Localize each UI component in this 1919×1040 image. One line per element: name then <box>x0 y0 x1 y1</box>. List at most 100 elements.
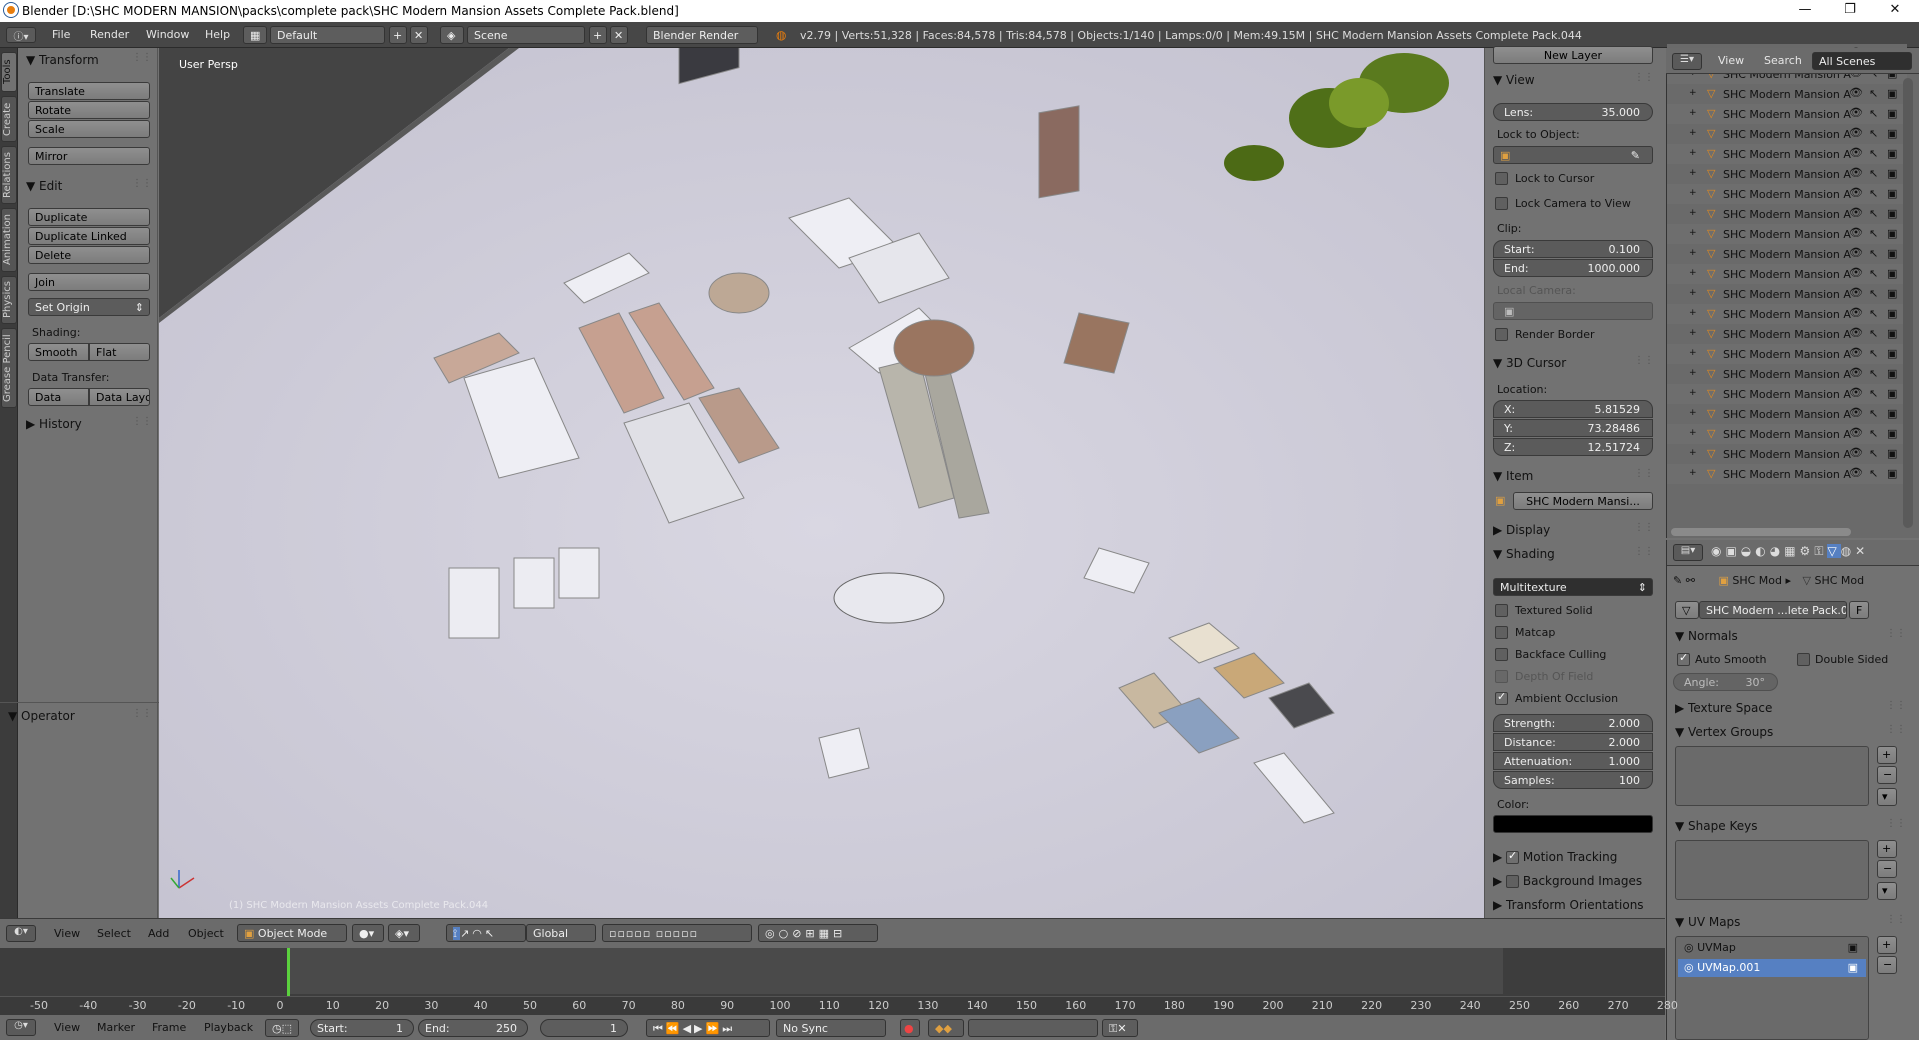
mesh-datablock-field[interactable]: SHC Modern ...lete Pack.044 <box>1699 601 1847 619</box>
expand-icon[interactable]: + <box>1689 88 1697 98</box>
preview-range-toggle[interactable]: ◷⬚ <box>265 1019 299 1037</box>
selectability-icon[interactable]: ↖ <box>1869 387 1878 400</box>
remove-scene-button[interactable]: ✕ <box>610 26 628 44</box>
layer-buttons[interactable]: ▫▫▫▫▫ ▫▫▫▫▫ <box>602 924 752 942</box>
render-icon[interactable]: ▣ <box>1887 147 1897 160</box>
orientation-dropdown[interactable]: Global <box>526 924 596 942</box>
panel-vertex-groups-header[interactable]: ▼ Vertex Groups ⋮⋮ <box>1667 722 1912 742</box>
selectability-icon[interactable]: ↖ <box>1869 187 1878 200</box>
selectability-icon[interactable]: ↖ <box>1869 467 1878 480</box>
translate-button[interactable]: Translate <box>28 82 150 100</box>
expand-icon[interactable]: + <box>1689 348 1697 358</box>
duplicate-button[interactable]: Duplicate <box>28 208 150 226</box>
selectability-icon[interactable]: ↖ <box>1869 167 1878 180</box>
3d-viewport[interactable]: User Persp (1) SHC Modern Mansion Assets… <box>159 48 1484 918</box>
menu-help[interactable]: Help <box>205 28 230 41</box>
visibility-icon[interactable]: 👁 <box>1849 446 1863 459</box>
data-transfer-button[interactable]: Data <box>28 388 89 406</box>
menu-add[interactable]: Add <box>148 927 169 940</box>
outliner-row[interactable]: + ▽ SHC Modern Mansion A👁 ↖ ▣ <box>1667 384 1907 404</box>
editor-type-icon[interactable]: ⓘ▾ <box>6 27 36 43</box>
visibility-icon[interactable]: 👁 <box>1849 186 1863 199</box>
expand-icon[interactable]: + <box>1689 448 1697 458</box>
panel-uv-maps-header[interactable]: ▼ UV Maps ⋮⋮ <box>1667 912 1912 932</box>
render-icon[interactable]: ▣ <box>1887 207 1897 220</box>
clip-end-field[interactable]: End: 1000.000 <box>1493 259 1653 277</box>
visibility-icon[interactable]: 👁 <box>1849 226 1863 239</box>
insert-keyframe-buttons[interactable]: ⚿✕ <box>1102 1019 1138 1037</box>
record-button[interactable]: ● <box>900 1019 920 1037</box>
timeline-menu-playback[interactable]: Playback <box>204 1021 253 1034</box>
menu-file[interactable]: File <box>52 28 70 41</box>
visibility-icon[interactable]: 👁 <box>1849 386 1863 399</box>
ao-distance-field[interactable]: Distance: 2.000 <box>1493 733 1653 751</box>
timeline-menu-view[interactable]: View <box>54 1021 80 1034</box>
visibility-icon[interactable]: 👁 <box>1849 266 1863 279</box>
expand-icon[interactable]: + <box>1689 108 1697 118</box>
playback-controls[interactable]: ⏮⏪◀▶⏩⏭ <box>646 1019 770 1037</box>
backface-culling-checkbox[interactable] <box>1495 648 1508 661</box>
camera-render-icon[interactable]: ▣ <box>1848 941 1858 954</box>
panel-history-header[interactable]: ▶ History ⋮⋮ <box>18 414 158 434</box>
outliner-menu-view[interactable]: View <box>1718 54 1744 67</box>
visibility-icon[interactable]: 👁 <box>1849 466 1863 479</box>
remove-shape-key-button[interactable]: − <box>1877 860 1897 878</box>
expand-icon[interactable]: + <box>1689 328 1697 338</box>
outliner-scrollbar[interactable] <box>1903 78 1913 528</box>
render-icon[interactable]: ▣ <box>1887 367 1897 380</box>
ao-attenuation-field[interactable]: Attenuation: 1.000 <box>1493 752 1653 770</box>
selectability-icon[interactable]: ↖ <box>1869 107 1878 120</box>
render-icon[interactable]: ▣ <box>1887 87 1897 100</box>
panel-display-header[interactable]: ▶ Display ⋮⋮ <box>1485 520 1660 540</box>
double-sided-checkbox[interactable] <box>1797 653 1810 666</box>
properties-context-tabs[interactable]: ◉▣◒◐◕▦⚙⚿▽◍✕ <box>1711 544 1869 559</box>
add-uv-map-button[interactable]: + <box>1877 936 1897 954</box>
scene-field[interactable]: Scene <box>467 26 585 44</box>
uv-maps-list[interactable]: ◎ UVMap ▣ ◎ UVMap.001 ▣ <box>1675 936 1869 1040</box>
outliner-row[interactable]: + ▽ SHC Modern Mansion A👁 ↖ ▣ <box>1667 284 1907 304</box>
tab-tools[interactable]: Tools <box>1 52 17 92</box>
matcap-checkbox[interactable] <box>1495 626 1508 639</box>
current-frame-field[interactable]: 1 <box>540 1019 628 1037</box>
panel-normals-header[interactable]: ▼ Normals ⋮⋮ <box>1667 626 1912 646</box>
expand-icon[interactable]: + <box>1689 268 1697 278</box>
outliner-row[interactable]: + ▽ SHC Modern Mansion A👁 ↖ ▣ <box>1667 324 1907 344</box>
panel-edit-header[interactable]: ▼ Edit ⋮⋮ <box>18 176 158 196</box>
manipulator-buttons[interactable]: ⟟↗◠↖ <box>446 924 526 942</box>
tab-create[interactable]: Create <box>1 96 17 142</box>
selectability-icon[interactable]: ↖ <box>1869 147 1878 160</box>
end-frame-field[interactable]: End: 250 <box>418 1019 528 1037</box>
ao-strength-field[interactable]: Strength: 2.000 <box>1493 714 1653 732</box>
visibility-icon[interactable]: 👁 <box>1849 166 1863 179</box>
keying-set-field[interactable] <box>968 1019 1098 1037</box>
render-icon[interactable]: ▣ <box>1887 107 1897 120</box>
visibility-icon[interactable]: 👁 <box>1849 106 1863 119</box>
panel-texture-space-header[interactable]: ▶ Texture Space ⋮⋮ <box>1667 698 1912 718</box>
menu-window[interactable]: Window <box>146 28 189 41</box>
outliner-row[interactable]: + ▽ SHC Modern Mansion A👁 ↖ ▣ <box>1667 144 1907 164</box>
ao-color-swatch[interactable] <box>1493 815 1653 833</box>
selectability-icon[interactable]: ↖ <box>1869 407 1878 420</box>
selectability-icon[interactable]: ↖ <box>1869 427 1878 440</box>
lock-camera-checkbox[interactable] <box>1495 197 1508 210</box>
selectability-icon[interactable]: ↖ <box>1869 227 1878 240</box>
current-frame-marker[interactable] <box>287 948 290 1000</box>
render-icon[interactable]: ▣ <box>1887 187 1897 200</box>
background-images-checkbox[interactable] <box>1506 875 1520 888</box>
duplicate-linked-button[interactable]: Duplicate Linked <box>28 227 150 245</box>
clip-start-field[interactable]: Start: 0.100 <box>1493 240 1653 258</box>
render-icon[interactable]: ▣ <box>1887 167 1897 180</box>
panel-item-header[interactable]: ▼ Item ⋮⋮ <box>1485 466 1660 486</box>
lens-field[interactable]: Lens: 35.000 <box>1493 103 1653 121</box>
menu-select[interactable]: Select <box>97 927 131 940</box>
panel-shape-keys-header[interactable]: ▼ Shape Keys ⋮⋮ <box>1667 816 1912 836</box>
scene-selector[interactable]: ◈ <box>440 26 464 44</box>
expand-icon[interactable]: + <box>1689 408 1697 418</box>
selectability-icon[interactable]: ↖ <box>1869 287 1878 300</box>
cursor-y-field[interactable]: Y: 73.28486 <box>1493 419 1653 437</box>
shading-mode-dropdown[interactable]: Multitexture ⇕ <box>1493 578 1653 596</box>
selectability-icon[interactable]: ↖ <box>1869 447 1878 460</box>
timeline-menu-frame[interactable]: Frame <box>152 1021 186 1034</box>
sync-mode-dropdown[interactable]: No Sync <box>776 1019 886 1037</box>
tab-physics[interactable]: Physics <box>1 276 17 324</box>
